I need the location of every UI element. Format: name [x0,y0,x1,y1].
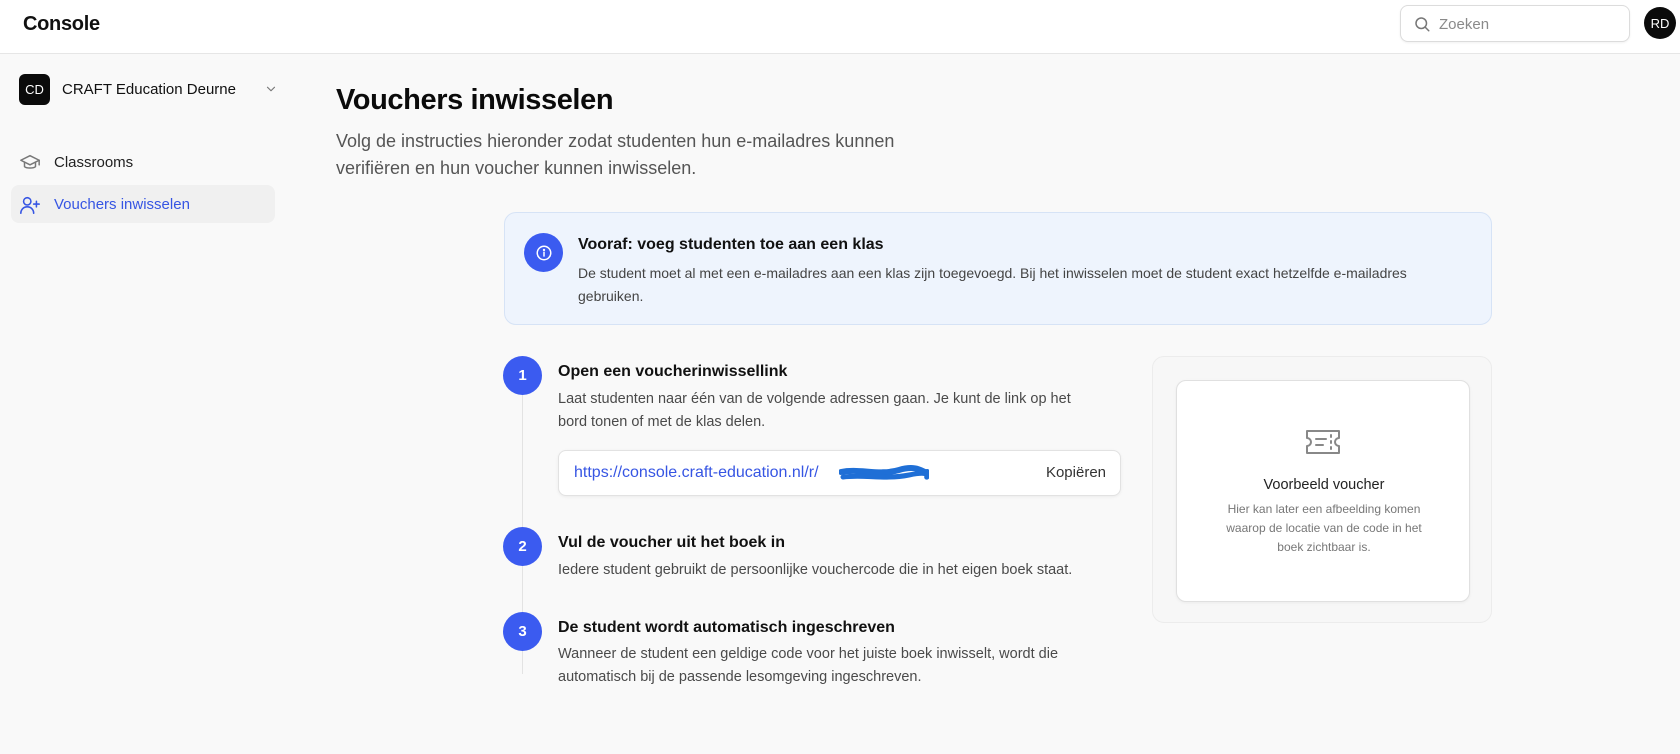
example-voucher-title: Voorbeeld voucher [1263,477,1385,493]
example-voucher-card: Voorbeeld voucher Hier kan later een afb… [1176,380,1470,602]
org-avatar: CD [19,74,50,105]
search-input[interactable] [1439,12,1619,36]
graduation-cap-icon [20,154,40,169]
step-title: Vul de voucher uit het boek in [558,534,785,551]
step-number: 1 [503,356,542,395]
page-subtitle: Volg de instructies hieronder zodat stud… [336,131,895,178]
redeem-link[interactable]: https://console.craft-education.nl/r/ [574,464,819,482]
sidebar-item-classrooms[interactable]: Classrooms [11,143,275,181]
info-icon [524,233,563,272]
search-box[interactable] [1400,5,1630,42]
org-switcher[interactable]: CD CRAFT Education Deurne [19,74,281,105]
org-name: CRAFT Education Deurne [62,81,236,98]
example-voucher-panel: Voorbeeld voucher Hier kan later een afb… [1152,356,1492,623]
ticket-icon [1306,430,1340,454]
sidebar-item-vouchers[interactable]: Vouchers inwisselen [11,185,275,223]
redaction-scribble [839,465,929,480]
step-title: Open een voucherinwissellink [558,363,788,380]
user-avatar[interactable]: RD [1644,7,1676,39]
redeem-link-box: https://console.craft-education.nl/r/ Ko… [558,450,1121,496]
sidebar-item-label: Vouchers inwisselen [54,196,190,213]
copy-button[interactable]: Kopiëren [1046,464,1106,481]
chevron-down-icon [266,86,276,92]
top-bar: Console RD [0,0,1680,54]
sidebar-item-label: Classrooms [54,154,134,171]
example-voucher-text: Hier kan later een afbeelding komen waar… [1226,502,1422,554]
user-plus-icon [20,196,40,215]
step-number: 2 [503,527,542,566]
step-title: De student wordt automatisch ingeschreve… [558,619,895,636]
search-icon [1415,17,1430,32]
step-number: 3 [503,612,542,651]
step-text: Laat studenten naar één van de volgende … [558,391,1071,430]
info-title: Vooraf: voeg studenten toe aan een klas [578,236,884,253]
info-callout: Vooraf: voeg studenten toe aan een klas … [504,212,1492,325]
app-brand[interactable]: Console [23,13,100,36]
step-text: Wanneer de student een geldige code voor… [558,646,1059,685]
step-text: Iedere student gebruikt de persoonlijke … [558,562,1073,578]
page-title: Vouchers inwisselen [336,84,614,116]
info-text: De student moet al met een e-mailadres a… [578,265,1407,304]
